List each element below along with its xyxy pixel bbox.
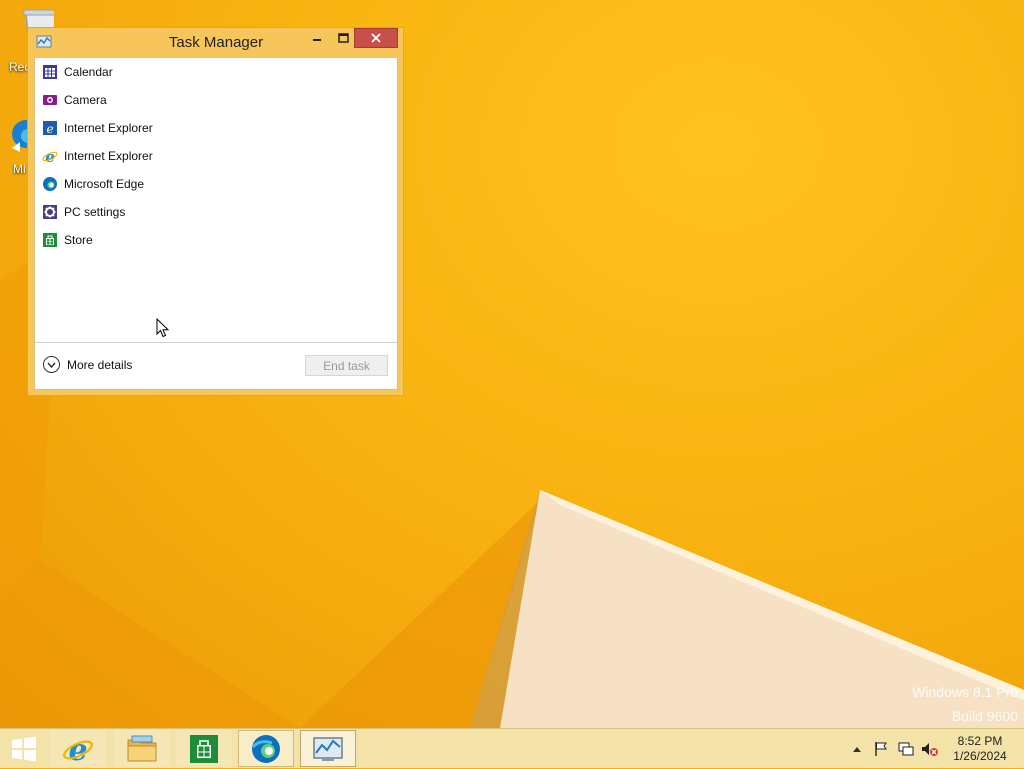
store-icon [190, 734, 218, 763]
action-center-flag-icon [875, 742, 887, 756]
network-icon [898, 742, 914, 756]
taskbar-microsoft-edge[interactable] [238, 730, 294, 767]
app-label: Internet Explorer [64, 149, 153, 163]
taskbar-task-manager[interactable] [300, 730, 356, 767]
more-details-label: More details [67, 357, 133, 372]
taskbar-file-explorer[interactable] [114, 730, 170, 767]
os-watermark-line1: Windows 8.1 Pro [912, 684, 1018, 700]
network-button[interactable] [896, 729, 916, 769]
os-watermark-line2: Build 9600 [951, 708, 1018, 724]
ie-modern-icon: e [43, 121, 57, 136]
svg-text:e: e [68, 733, 87, 765]
app-label: Internet Explorer [64, 121, 153, 135]
taskbar: e 8:52 PM 1/26/2024 [0, 728, 1024, 768]
calendar-icon [43, 65, 57, 79]
app-label: Microsoft Edge [64, 177, 145, 191]
windows-logo-icon [12, 736, 36, 762]
chevron-down-icon [43, 356, 60, 373]
camera-icon [43, 95, 57, 105]
start-button[interactable] [0, 729, 48, 769]
file-explorer-icon [127, 735, 157, 761]
minimize-icon [313, 39, 321, 41]
volume-button[interactable] [920, 729, 940, 769]
app-label: PC settings [64, 205, 126, 219]
footer-divider [35, 342, 397, 343]
app-row-pc-settings[interactable]: PC settings [35, 198, 397, 226]
app-row-calendar[interactable]: Calendar [35, 58, 397, 86]
edge-icon [43, 177, 57, 191]
app-row-microsoft-edge[interactable]: Microsoft Edge [35, 170, 397, 198]
show-hidden-icons-icon [853, 747, 861, 752]
edge-icon [251, 734, 280, 763]
svg-text:e: e [45, 148, 55, 164]
app-label: Camera [64, 93, 107, 107]
internet-explorer-icon: e [63, 733, 93, 765]
volume-muted-icon [922, 743, 938, 756]
ie-icon: e [42, 148, 58, 164]
store-icon [43, 233, 57, 247]
app-list: Calendar Camera e Internet Explorer e In… [35, 58, 397, 254]
close-icon [371, 33, 381, 43]
maximize-button[interactable] [330, 28, 356, 48]
close-button[interactable] [354, 28, 398, 48]
app-label: Store [64, 233, 93, 247]
desktop-icon-label: Mi [13, 162, 26, 176]
app-row-internet-explorer-modern[interactable]: e Internet Explorer [35, 114, 397, 142]
taskbar-store[interactable] [176, 730, 232, 767]
clock-time: 8:52 PM [957, 734, 1003, 748]
show-hidden-icons-button[interactable] [849, 729, 865, 769]
taskbar-internet-explorer[interactable]: e [50, 730, 106, 767]
gear-icon [43, 205, 57, 219]
task-manager-content: Calendar Camera e Internet Explorer e In… [34, 57, 398, 390]
app-row-internet-explorer[interactable]: e Internet Explorer [35, 142, 397, 170]
maximize-icon [337, 33, 349, 43]
minimize-button[interactable] [304, 28, 330, 48]
app-label: Calendar [64, 65, 113, 79]
action-center-button[interactable] [871, 729, 891, 769]
title-bar[interactable]: Task Manager [28, 28, 403, 56]
app-row-camera[interactable]: Camera [35, 86, 397, 114]
clock-date: 1/26/2024 [953, 749, 1007, 763]
end-task-button[interactable]: End task [305, 355, 388, 376]
more-details-toggle[interactable]: More details [43, 356, 132, 373]
clock[interactable]: 8:52 PM 1/26/2024 [944, 734, 1016, 764]
mouse-cursor-icon [156, 318, 170, 338]
app-row-store[interactable]: Store [35, 226, 397, 254]
svg-text:e: e [46, 122, 53, 136]
task-manager-window: Task Manager Calendar Camera e Internet … [27, 27, 404, 396]
task-manager-icon [313, 736, 343, 761]
